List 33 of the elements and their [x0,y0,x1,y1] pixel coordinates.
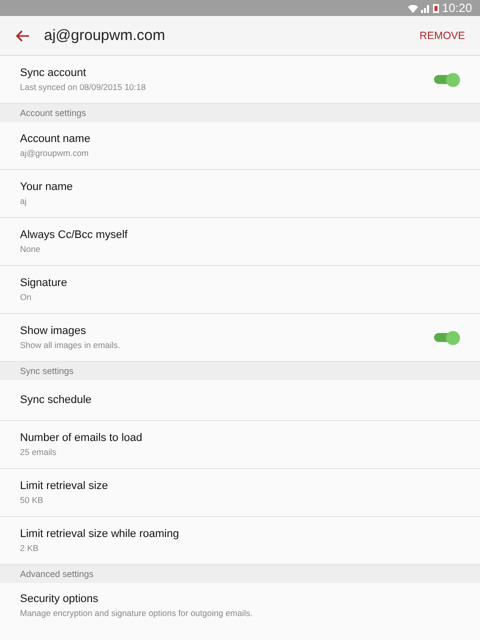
setting-title: Limit retrieval size while roaming [20,528,180,540]
setting-subtitle: None [20,244,42,254]
setting-subtitle: Last synced on 08/09/2015 10:18 [20,82,147,92]
battery-icon [432,3,439,13]
setting-subtitle: 2 KB [20,543,40,553]
status-time: 10:20 [442,1,472,15]
setting-title: Security options [20,593,100,605]
setting-subtitle: On [20,292,32,302]
remove-button[interactable]: REMOVE [419,26,465,46]
setting-title: Number of emails to load [20,432,144,444]
setting-title: Your name [20,181,74,193]
section-header: Account settings [0,104,480,122]
setting-subtitle: 50 KB [20,495,44,505]
setting-title: Always Cc/Bcc myself [20,229,129,241]
setting-title: Sync schedule [20,394,93,406]
setting-subtitle: aj@groupwm.com [20,148,90,158]
setting-title: Show images [20,325,88,337]
section-header: Sync settings [0,362,480,380]
setting-title: Account name [20,133,92,145]
account-title: aj@groupwm.com [44,27,166,44]
wifi-icon [408,4,418,12]
toggle-switch[interactable] [434,330,460,344]
back-button[interactable] [16,30,30,42]
setting-subtitle: aj [20,196,28,206]
setting-subtitle: 25 emails [20,447,58,457]
setting-title: Signature [20,277,68,289]
setting-title: Sync account [20,67,88,79]
signal-icon [420,4,430,12]
setting-title: Limit retrieval size [20,480,110,492]
toggle-switch[interactable] [434,72,460,86]
setting-subtitle: Manage encryption and signature options for outgoing emails. [20,608,254,618]
setting-subtitle: Show all images in emails. [20,340,122,350]
section-header: Advanced settings [0,565,480,583]
